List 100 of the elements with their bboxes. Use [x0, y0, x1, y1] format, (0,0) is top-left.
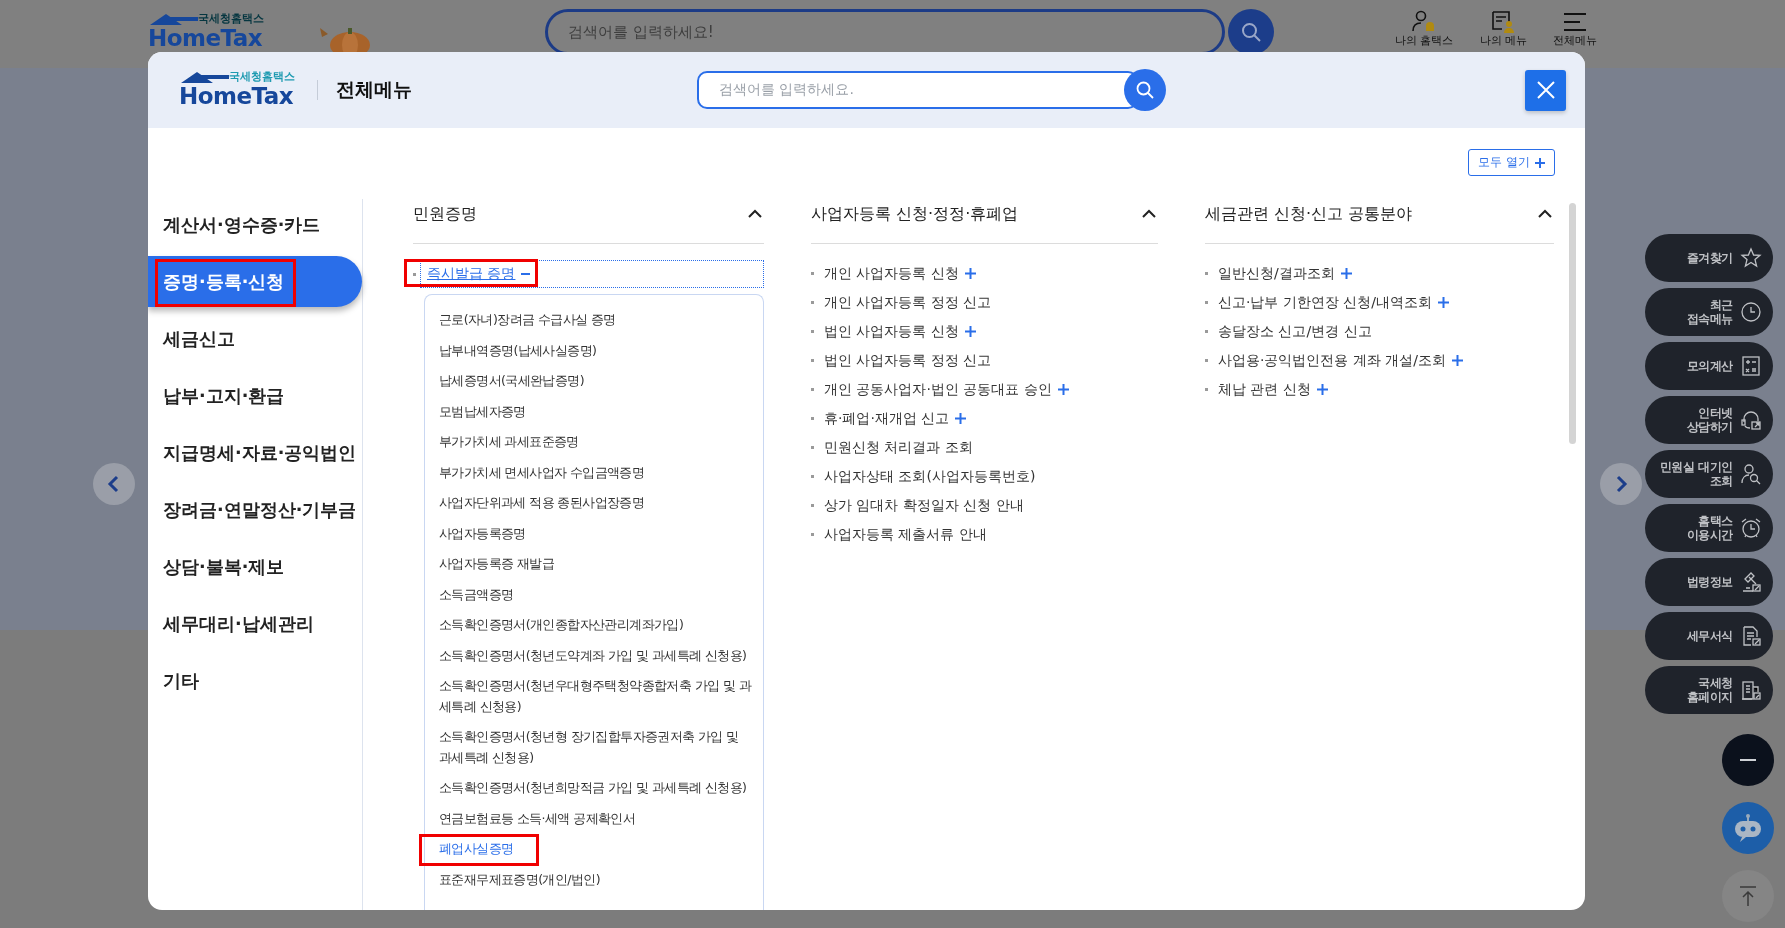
- plus-icon[interactable]: [1438, 297, 1450, 308]
- scrollbar[interactable]: [1569, 203, 1576, 444]
- quick-menu-button[interactable]: 국세청 홈페이지: [1645, 666, 1773, 714]
- minus-icon[interactable]: [521, 273, 531, 275]
- menu-link[interactable]: 사업자등록 제출서류 안내: [824, 525, 987, 544]
- submenu-link[interactable]: 폐업사실증명: [439, 839, 514, 860]
- submenu-link[interactable]: 사업자등록증명: [439, 523, 526, 544]
- sidebar-item[interactable]: 장려금·연말정산·기부금: [148, 484, 362, 535]
- menu-link[interactable]: 사업자상태 조회(사업자등록번호): [824, 467, 1036, 486]
- column-title: 사업자등록 신청·정정·휴폐업: [811, 204, 1019, 225]
- chevron-up-icon[interactable]: [748, 209, 762, 218]
- submenu-link[interactable]: 모범납세자증명: [439, 401, 526, 422]
- menu-link[interactable]: 법인 사업자등록 신청: [824, 322, 959, 341]
- plus-icon[interactable]: [964, 268, 976, 279]
- expand-all-button[interactable]: 모두 열기: [1468, 149, 1555, 176]
- chevron-up-icon[interactable]: [1538, 209, 1552, 218]
- sidebar-item[interactable]: 상담·불복·제보: [148, 541, 362, 592]
- search-button[interactable]: [1124, 69, 1166, 111]
- logo-text: HomeTax: [179, 82, 294, 110]
- bullet-icon: [811, 446, 814, 449]
- submenu-link[interactable]: 사업자단위과세 적용 종된사업장증명: [439, 493, 645, 514]
- sidebar-item[interactable]: 납부·고지·환급: [148, 370, 362, 421]
- menu-link[interactable]: 사업용·공익법인전용 계좌 개설/조회: [1218, 351, 1447, 370]
- menu-link[interactable]: 체납 관련 신청: [1218, 380, 1311, 399]
- plus-icon[interactable]: [1452, 355, 1464, 366]
- quick-menu-button[interactable]: 민원실 대기인 조회: [1645, 450, 1773, 498]
- close-icon: [1536, 81, 1555, 99]
- submenu-link[interactable]: 연금보험료등 소득·세액 공제확인서: [439, 808, 636, 829]
- clock-icon: [1739, 300, 1763, 324]
- submenu-link[interactable]: 표준재무제표증명(개인/법인): [439, 869, 600, 890]
- quick-menu-button[interactable]: 홈택스 이용시간: [1645, 504, 1773, 552]
- submenu-group-link[interactable]: 즉시발급 증명: [427, 265, 516, 283]
- header-link[interactable]: 나의 메뉴: [1479, 9, 1527, 47]
- menu-link[interactable]: 상가 임대차 확정일자 신청 안내: [824, 496, 1024, 515]
- menu-link[interactable]: 송달장소 신고/변경 신고: [1218, 322, 1372, 341]
- plus-icon[interactable]: [964, 326, 976, 337]
- submenu-link[interactable]: 부가가치세 과세표준증명: [439, 432, 579, 453]
- search-button[interactable]: [1228, 9, 1274, 55]
- menu-link[interactable]: 신고·납부 기한연장 신청/내역조회: [1218, 293, 1433, 312]
- sidebar-item[interactable]: 세금신고: [148, 313, 362, 364]
- roof-icon: [179, 70, 231, 84]
- plus-icon[interactable]: [955, 413, 967, 424]
- bullet-icon: [811, 330, 814, 333]
- search-icon: [1135, 80, 1155, 100]
- submenu-link[interactable]: 소득확인증명서(청년도약계좌 가입 및 과세특례 신청용): [439, 645, 747, 666]
- submenu-link[interactable]: 소득확인증명서(청년희망적금 가입 및 과세특례 신청용): [439, 778, 747, 799]
- header-link[interactable]: 전체메뉴: [1553, 9, 1597, 47]
- building-icon: [1739, 678, 1763, 702]
- quick-menu-button[interactable]: 모의계산: [1645, 342, 1773, 390]
- plus-icon[interactable]: [1316, 384, 1328, 395]
- chevron-up-icon[interactable]: [1142, 209, 1156, 218]
- bullet-icon: [1205, 330, 1208, 333]
- quick-menu-button[interactable]: 최근 접속메뉴: [1645, 288, 1773, 336]
- bullet-icon: [811, 388, 814, 391]
- submenu-link[interactable]: 소득확인증명서(청년우대형주택청약종합저축 가입 및 과세특례 신청용): [439, 676, 751, 717]
- menu-link[interactable]: 민원신청 처리결과 조회: [824, 438, 973, 457]
- submenu-link[interactable]: 근로(자녀)장려금 수급사실 증명: [439, 310, 616, 331]
- logo-caption: 국세청홈택스: [229, 70, 295, 84]
- bullet-icon: [811, 504, 814, 507]
- close-button[interactable]: [1525, 69, 1566, 111]
- submenu-link[interactable]: 소득금액증명: [439, 584, 514, 605]
- bullet-icon: [811, 272, 814, 275]
- quick-menu-button[interactable]: 세무서식: [1645, 612, 1773, 660]
- submenu-link[interactable]: 납부내역증명(납세사실증명): [439, 340, 597, 361]
- minus-icon: [1740, 758, 1756, 762]
- menu-link[interactable]: 일반신청/결과조회: [1218, 264, 1335, 283]
- sidebar-item[interactable]: 세무대리·납세관리: [148, 598, 362, 649]
- quick-menu-button[interactable]: 법령정보: [1645, 558, 1773, 606]
- submenu-link[interactable]: 납세증명서(국세완납증명): [439, 371, 584, 392]
- submenu-link[interactable]: 소득확인증명서(개인종합자산관리계좌가입): [439, 615, 684, 636]
- submenu-link[interactable]: 부가가치세 면세사업자 수입금액증명: [439, 462, 645, 483]
- bullet-icon: [811, 475, 814, 478]
- sidebar-item[interactable]: 기타: [148, 655, 362, 706]
- menu-link[interactable]: 개인 공동사업자·법인 공동대표 승인: [824, 380, 1052, 399]
- header-link[interactable]: 나의 홈택스: [1395, 9, 1454, 47]
- modal-title: 전체메뉴: [336, 77, 412, 102]
- logo-text: HomeTax: [148, 24, 263, 52]
- menu-link[interactable]: 개인 사업자등록 신청: [824, 264, 959, 283]
- plus-icon[interactable]: [1340, 268, 1352, 279]
- logo-caption: 국세청홈택스: [198, 12, 264, 26]
- collapse-button[interactable]: [1722, 734, 1774, 786]
- plus-icon[interactable]: [1057, 384, 1069, 395]
- column-title: 민원증명: [413, 204, 477, 225]
- submenu-link[interactable]: 사업자등록증 재발급: [439, 554, 554, 575]
- sidebar-item[interactable]: 증명·등록·신청: [148, 256, 362, 307]
- scroll-top-button[interactable]: [1722, 870, 1774, 922]
- bullet-icon: [1205, 301, 1208, 304]
- bullet-icon: [811, 301, 814, 304]
- menu-link[interactable]: 법인 사업자등록 정정 신고: [824, 351, 992, 370]
- calculator-icon: [1739, 354, 1763, 378]
- sidebar-item[interactable]: 지급명세·자료·공익법인: [148, 427, 362, 478]
- headset-icon: [1739, 408, 1763, 432]
- menu-link[interactable]: 개인 사업자등록 정정 신고: [824, 293, 992, 312]
- chatbot-button[interactable]: [1722, 802, 1774, 854]
- sidebar-item[interactable]: 계산서·영수증·카드: [148, 199, 362, 250]
- quick-menu-button[interactable]: 즐겨찾기: [1645, 234, 1773, 282]
- quick-menu-button[interactable]: 인터넷 상담하기: [1645, 396, 1773, 444]
- submenu-link[interactable]: 소득확인증명서(청년형 장기집합투자증권저축 가입 및 과세특례 신청용): [439, 727, 751, 768]
- menu-link[interactable]: 휴·폐업·재개업 신고: [824, 409, 950, 428]
- search-icon: [1240, 21, 1262, 43]
